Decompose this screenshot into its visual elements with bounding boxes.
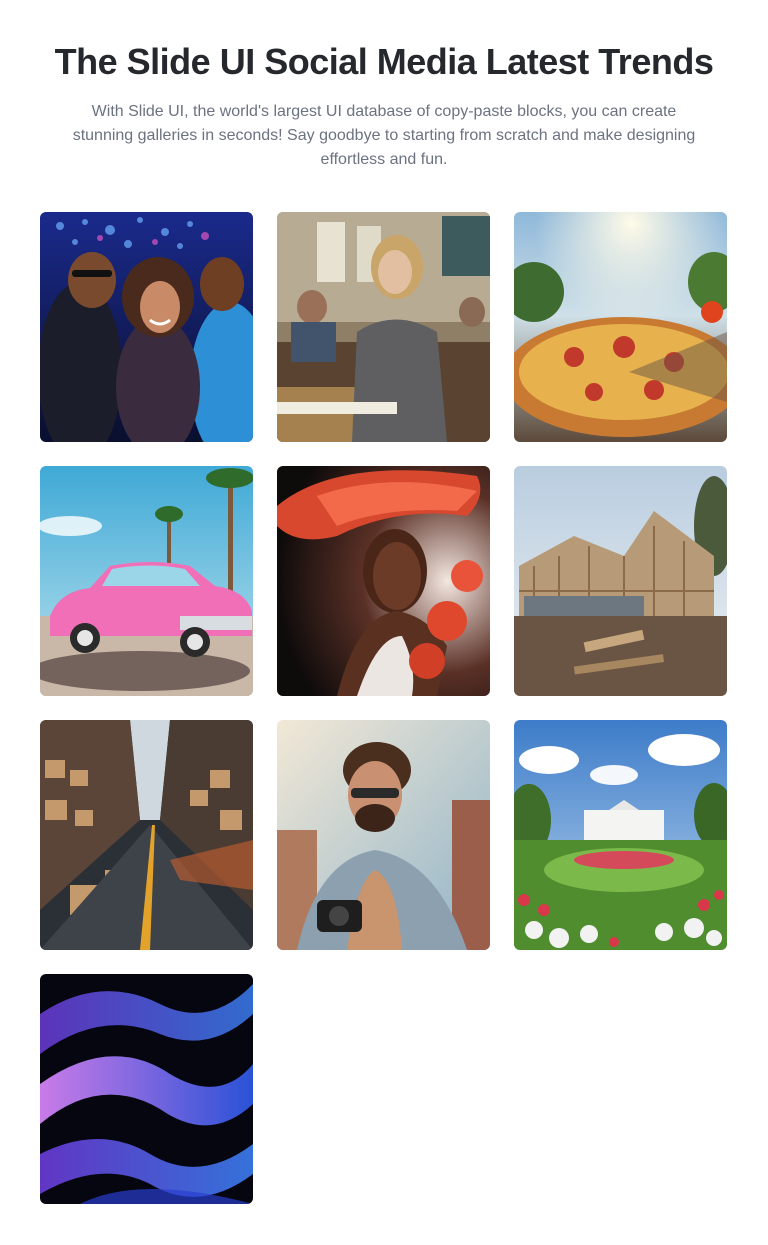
page-subtitle: With Slide UI, the world's largest UI da…	[72, 103, 696, 168]
gallery-image-red-hat[interactable]	[277, 466, 490, 696]
gallery-image-photographer[interactable]	[277, 720, 490, 950]
page-title: The Slide UI Social Media Latest Trends	[54, 41, 714, 82]
image-grid	[40, 212, 727, 1204]
gallery-image-pizza[interactable]	[514, 212, 727, 442]
gallery-image-white-house[interactable]	[514, 720, 727, 950]
gallery-image-warehouse[interactable]	[40, 720, 253, 950]
gallery-image-party[interactable]	[40, 212, 253, 442]
gallery-image-abstract-waves[interactable]	[40, 974, 253, 1204]
gallery-section: The Slide UI Social Media Latest Trends …	[0, 0, 768, 1245]
gallery-image-construction[interactable]	[514, 466, 727, 696]
gallery-image-pink-car[interactable]	[40, 466, 253, 696]
gallery-image-classroom[interactable]	[277, 212, 490, 442]
